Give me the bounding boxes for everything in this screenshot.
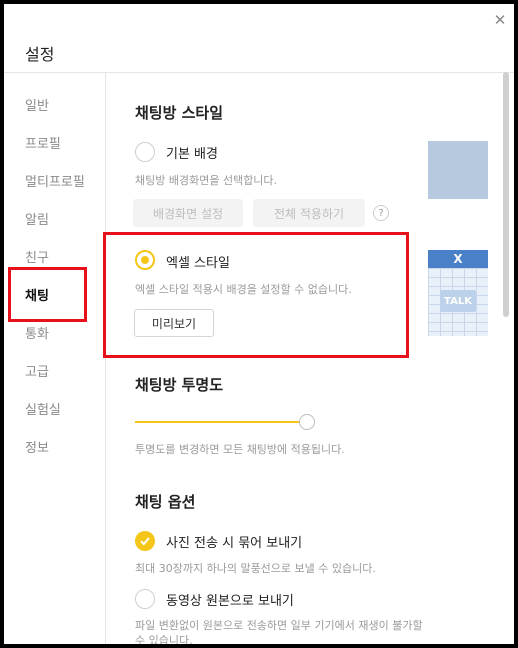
photo-bundle-desc: 최대 30장까지 하나의 말풍선으로 보낼 수 있습니다. <box>135 562 376 575</box>
original-video-desc-line2: 수 있습니다. <box>135 634 193 644</box>
excel-x-icon: X <box>428 250 488 268</box>
basic-background-label: 기본 배경 <box>166 147 218 162</box>
section-heading-opacity: 채팅방 투명도 <box>135 376 224 394</box>
photo-bundle-checkbox[interactable] <box>135 531 155 551</box>
sidebar-item-friends[interactable]: 친구 <box>25 247 49 266</box>
opacity-desc: 투명도를 변경하면 모든 채팅방에 적용됩니다. <box>135 443 345 456</box>
talk-bubble-icon: TALK <box>440 290 476 312</box>
sidebar-divider <box>105 72 106 644</box>
check-icon <box>140 537 150 546</box>
sidebar-item-profile[interactable]: 프로필 <box>25 133 61 152</box>
original-video-checkbox[interactable] <box>135 589 155 609</box>
sidebar-item-info[interactable]: 정보 <box>25 437 49 456</box>
photo-bundle-label: 사진 전송 시 묶어 보내기 <box>166 536 303 551</box>
sidebar-item-call[interactable]: 통화 <box>25 323 49 342</box>
sidebar-item-advanced[interactable]: 고급 <box>25 361 49 380</box>
basic-background-desc: 채팅방 배경화면을 선택합니다. <box>135 174 278 187</box>
radio-basic-background[interactable] <box>135 142 155 162</box>
settings-window: 설정 ✕ 일반 프로필 멀티프로필 알림 친구 채팅 통화 고급 실험실 정보 … <box>4 4 514 644</box>
sidebar-item-labs[interactable]: 실험실 <box>25 399 61 418</box>
excel-style-thumbnail: X TALK <box>428 250 488 336</box>
header-divider <box>4 72 514 73</box>
original-video-desc-line1: 파일 변환없이 원본으로 전송하면 일부 기기에서 재생이 불가할 <box>135 619 423 632</box>
window-title: 설정 <box>25 45 55 64</box>
close-icon[interactable]: ✕ <box>492 12 508 28</box>
sidebar-item-notifications[interactable]: 알림 <box>25 209 49 228</box>
sidebar-item-general[interactable]: 일반 <box>25 95 49 114</box>
sidebar-highlight-box <box>8 267 87 322</box>
sidebar-item-multiprofile[interactable]: 멀티프로필 <box>25 171 85 190</box>
scrollbar-thumb[interactable] <box>503 72 509 317</box>
original-video-label: 동영상 원본으로 보내기 <box>166 594 294 609</box>
help-icon[interactable]: ? <box>373 205 389 221</box>
opacity-slider-handle[interactable] <box>299 414 315 430</box>
opacity-slider-track[interactable] <box>135 421 307 423</box>
section-heading-chat-options: 채팅 옵션 <box>135 493 196 511</box>
set-background-button[interactable]: 배경화면 설정 <box>133 199 243 227</box>
apply-all-button[interactable]: 전체 적용하기 <box>253 199 365 227</box>
excel-style-highlight-box <box>103 232 409 358</box>
basic-background-thumbnail <box>428 141 488 199</box>
section-heading-chat-style: 채팅방 스타일 <box>135 104 224 122</box>
